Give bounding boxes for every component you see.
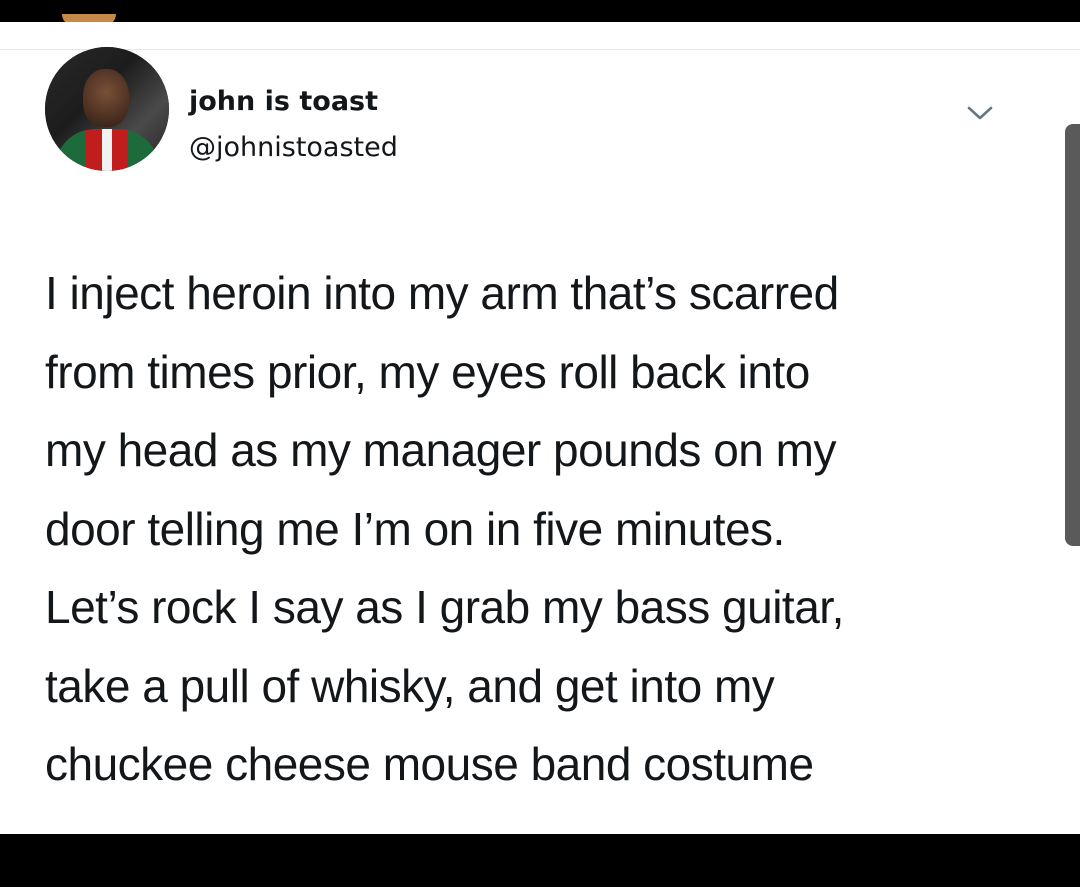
tweet-text-line: from times prior, my eyes roll back into: [45, 345, 810, 398]
top-black-bar: [0, 0, 1080, 26]
tweet-menu-button[interactable]: [963, 96, 997, 130]
bottom-black-bar: [0, 834, 1080, 887]
chevron-down-icon: [967, 106, 993, 120]
tweet-text-line: I inject heroin into my arm that’s scarr…: [45, 267, 839, 319]
tweet-text-line: door telling me I’m on in five minutes.: [45, 502, 785, 555]
tweet-text: I inject heroin into my arm that’s scarr…: [45, 254, 1045, 804]
avatar-face: [83, 69, 129, 127]
author-display-name[interactable]: john is toast: [189, 86, 378, 117]
tweet-text-line: my head as my manager pounds on my: [45, 424, 836, 476]
tweet-text-line: take a pull of whisky, and get into my: [45, 659, 775, 712]
author-handle[interactable]: @johnistoasted: [189, 132, 398, 163]
scrollbar[interactable]: [1065, 124, 1080, 546]
tweet-text-line: chuckee cheese mouse band costume: [45, 738, 814, 790]
tweet-text-line: Let’s rock I say as I grab my bass guita…: [45, 581, 844, 633]
avatar[interactable]: [45, 47, 169, 171]
